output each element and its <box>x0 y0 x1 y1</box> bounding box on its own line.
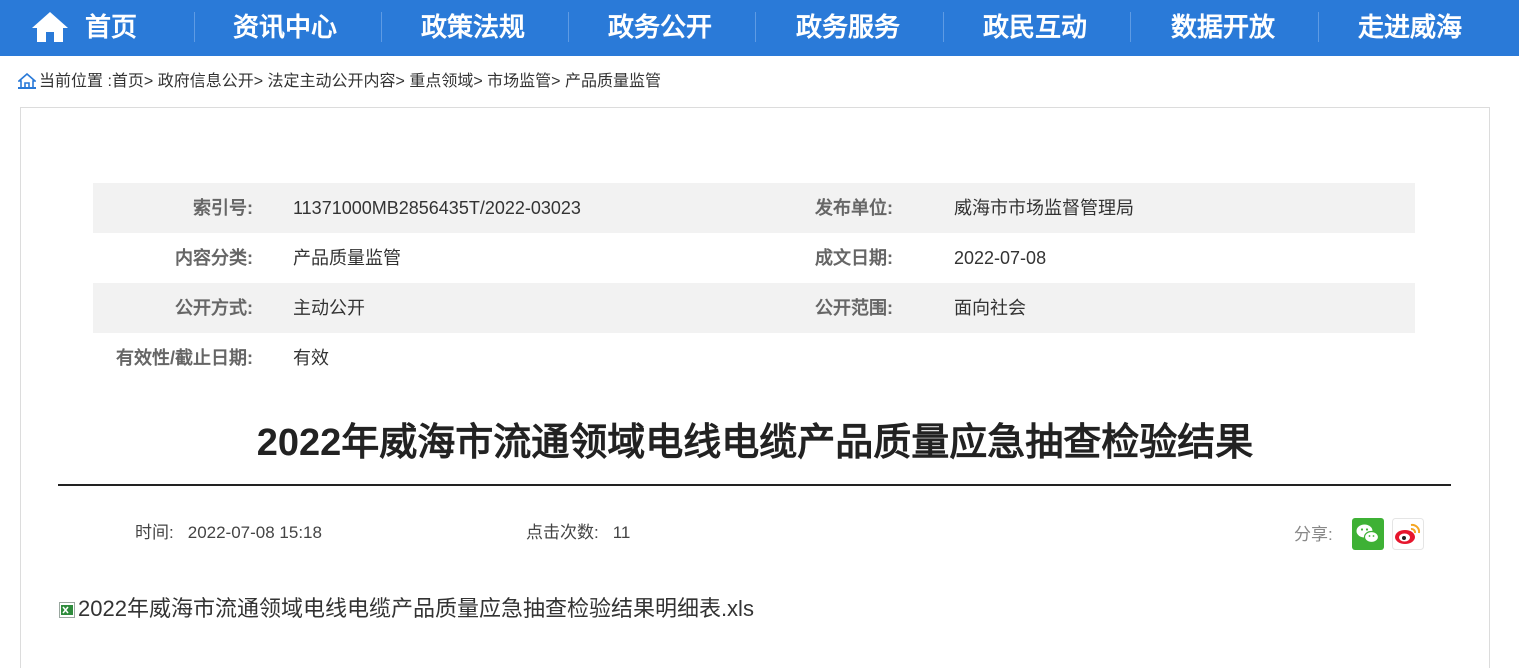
nav-item-disclosure[interactable]: 政务公开 <box>585 0 735 56</box>
nav-divider <box>568 12 569 42</box>
breadcrumb-separator: > <box>551 73 561 90</box>
nav-item-home[interactable]: 首页 <box>76 0 146 56</box>
attachment-link[interactable]: 2022年威海市流通领域电线电缆产品质量应急抽查检验结果明细表.xls <box>58 594 754 624</box>
date-label: 成文日期: <box>815 248 893 268</box>
nav-divider <box>943 12 944 42</box>
validity-value: 有效 <box>293 348 329 368</box>
time-value: 2022-07-08 15:18 <box>187 523 322 542</box>
index-label: 索引号: <box>193 198 253 218</box>
attachment-filename[interactable]: 2022年威海市流通领域电线电缆产品质量应急抽查检验结果明细表.xls <box>78 596 754 621</box>
date-value: 2022-07-08 <box>954 248 1047 268</box>
category-value: 产品质量监管 <box>293 248 401 268</box>
validity-label: 有效性/截止日期: <box>116 348 253 368</box>
nav-divider <box>381 12 382 42</box>
breadcrumb-item[interactable]: 法定主动公开内容 <box>268 73 396 90</box>
publisher-label: 发布单位: <box>815 198 893 218</box>
clicks-value: 11 <box>612 523 631 542</box>
home-location-icon <box>18 73 36 89</box>
clicks-label: 点击次数: <box>526 523 599 542</box>
info-row: 公开方式: 主动公开 公开范围: 面向社会 <box>93 283 1415 333</box>
method-value: 主动公开 <box>293 298 365 318</box>
nav-divider <box>194 12 195 42</box>
breadcrumb: 当前位置 :首页> 政府信息公开> 法定主动公开内容> 重点领域> 市场监管> … <box>18 70 661 94</box>
nav-divider <box>755 12 756 42</box>
breadcrumb-item[interactable]: 政府信息公开 <box>158 73 254 90</box>
nav-divider <box>1318 12 1319 42</box>
breadcrumb-prefix: 当前位置 : <box>39 73 112 90</box>
article-title: 2022年威海市流通领域电线电缆产品质量应急抽查检验结果 <box>256 422 1254 464</box>
excel-file-icon <box>59 602 75 618</box>
click-count: 点击次数: 11 <box>526 520 630 546</box>
content-panel: 索引号: 11371000MB2856435T/2022-03023 发布单位:… <box>20 107 1490 668</box>
nav-item-interaction[interactable]: 政民互动 <box>960 0 1110 56</box>
scope-label: 公开范围: <box>815 298 893 318</box>
top-nav: 首页 资讯中心 政策法规 政务公开 政务服务 政民互动 数据开放 走进威海 <box>0 0 1519 56</box>
nav-item-services[interactable]: 政务服务 <box>773 0 923 56</box>
weibo-icon[interactable] <box>1392 518 1424 550</box>
info-row: 内容分类: 产品质量监管 成文日期: 2022-07-08 <box>93 233 1415 283</box>
index-value: 11371000MB2856435T/2022-03023 <box>293 198 581 218</box>
breadcrumb-separator: > <box>473 73 483 90</box>
scope-value: 面向社会 <box>954 298 1026 318</box>
time-label: 时间: <box>135 523 174 542</box>
method-label: 公开方式: <box>175 298 253 318</box>
breadcrumb-separator: > <box>253 73 264 90</box>
breadcrumb-item[interactable]: 市场监管 <box>487 73 551 90</box>
breadcrumb-item-current[interactable]: 产品质量监管 <box>565 73 661 90</box>
nav-item-news[interactable]: 资讯中心 <box>210 0 360 56</box>
category-label: 内容分类: <box>175 248 253 268</box>
title-divider <box>58 484 1451 486</box>
nav-item-open-data[interactable]: 数据开放 <box>1148 0 1298 56</box>
breadcrumb-item[interactable]: 重点领域 <box>409 73 473 90</box>
share-label: 分享: <box>1294 525 1333 544</box>
info-row: 有效性/截止日期: 有效 <box>93 333 1415 383</box>
breadcrumb-separator: > <box>395 73 405 90</box>
home-icon[interactable] <box>30 10 70 44</box>
wechat-icon[interactable] <box>1352 518 1384 550</box>
nav-item-policy[interactable]: 政策法规 <box>398 0 548 56</box>
breadcrumb-separator: > <box>143 73 154 90</box>
nav-item-about[interactable]: 走进威海 <box>1335 0 1485 56</box>
breadcrumb-item[interactable]: 首页 <box>112 73 144 90</box>
info-table: 索引号: 11371000MB2856435T/2022-03023 发布单位:… <box>93 183 1415 383</box>
nav-divider <box>1130 12 1131 42</box>
publish-time: 时间: 2022-07-08 15:18 <box>135 520 322 546</box>
info-row: 索引号: 11371000MB2856435T/2022-03023 发布单位:… <box>93 183 1415 233</box>
publisher-value: 威海市市场监督管理局 <box>954 198 1134 218</box>
